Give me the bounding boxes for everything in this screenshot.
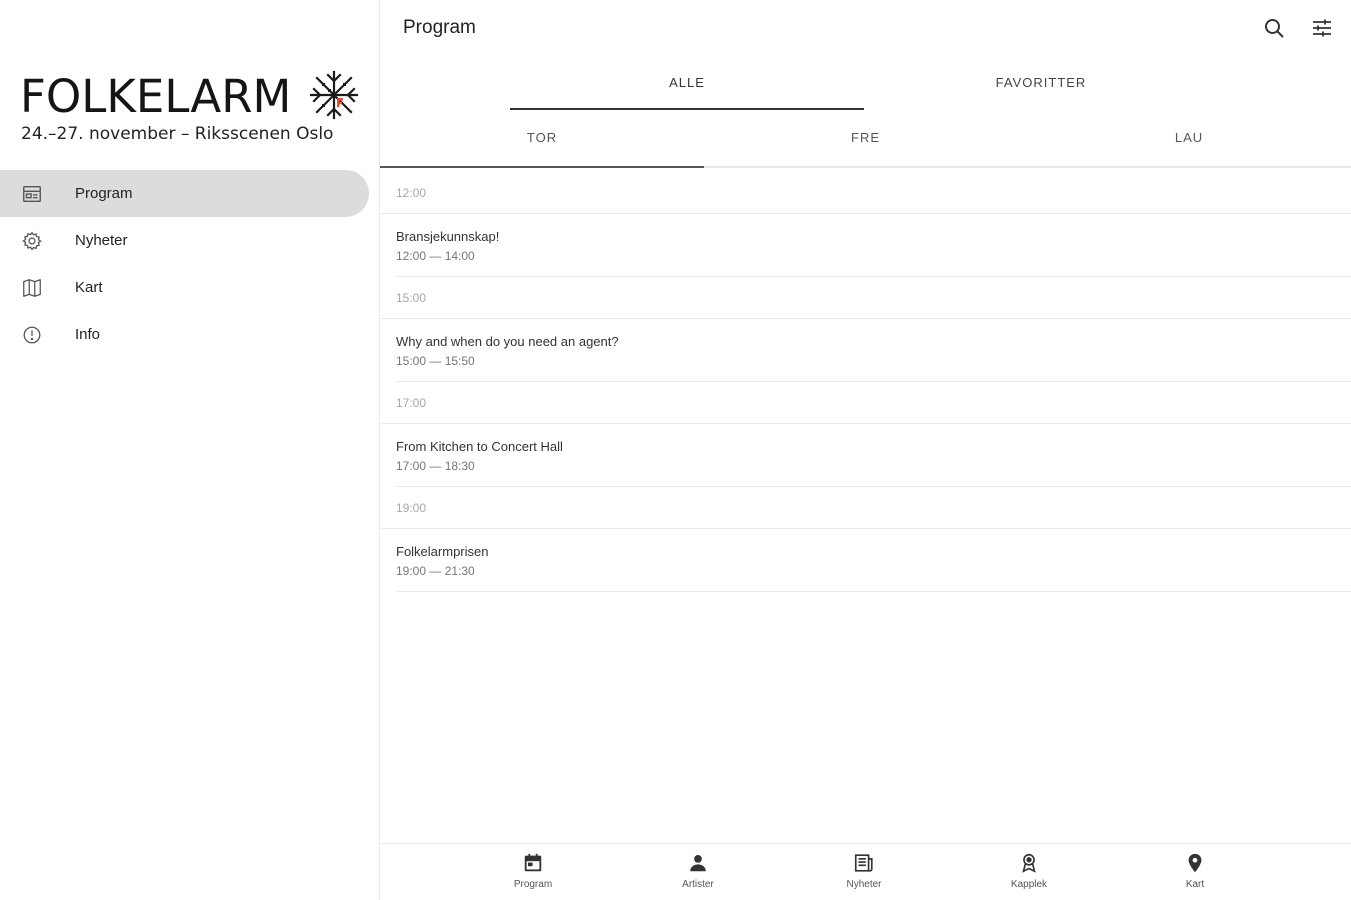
time-header: 19:00 xyxy=(380,487,1351,529)
sidebar-item-info[interactable]: Info xyxy=(0,311,380,358)
event-title: Folkelarmprisen xyxy=(396,544,489,559)
schedule-list: 12:00 Bransjekunnskap! 12:00 — 14:00 15:… xyxy=(380,172,1351,592)
event-time-range: 15:00 — 15:50 xyxy=(396,354,475,368)
pin-icon xyxy=(1188,853,1202,873)
newspaper-icon xyxy=(854,854,873,872)
sidebar: FOLKELARM 24.–27. november – Riksscenen … xyxy=(0,0,380,900)
person-icon xyxy=(690,855,706,872)
info-icon xyxy=(20,323,44,347)
gear-icon xyxy=(20,229,44,253)
event-item[interactable]: Why and when do you need an agent? 15:00… xyxy=(396,319,1351,382)
time-header: 12:00 xyxy=(380,172,1351,214)
day-tabs: TOR FRE LAU xyxy=(380,115,1351,168)
tab-favoritter[interactable]: FAVORITTER xyxy=(864,58,1218,110)
tab-fre[interactable]: FRE xyxy=(704,115,1027,168)
snowflake-logo-icon xyxy=(309,70,359,120)
event-title: Bransjekunnskap! xyxy=(396,229,500,244)
top-app-bar: Program xyxy=(380,0,1351,56)
bottom-nav-kapplek[interactable]: Kapplek xyxy=(979,852,1079,890)
sidebar-item-program[interactable]: Program xyxy=(0,170,369,217)
logo-wordmark: FOLKELARM xyxy=(20,70,292,123)
tab-tor[interactable]: TOR xyxy=(380,115,704,168)
bottom-navigation: Program Artister Nyheter Kapplek Kart xyxy=(380,843,1351,900)
sidebar-item-kart[interactable]: Kart xyxy=(0,264,380,311)
map-icon xyxy=(20,276,44,300)
bottom-nav-nyheter[interactable]: Nyheter xyxy=(814,852,914,890)
sidebar-item-label: Kart xyxy=(75,279,103,296)
sidebar-nav: Program Nyheter Kart Info xyxy=(0,170,380,358)
tab-lau[interactable]: LAU xyxy=(1027,115,1351,168)
calendar-icon xyxy=(524,853,542,872)
bottom-nav-label: Kapplek xyxy=(1010,879,1048,890)
logo-subtitle: 24.–27. november – Riksscenen Oslo xyxy=(21,124,334,144)
event-title: From Kitchen to Concert Hall xyxy=(396,439,563,454)
bottom-nav-artister[interactable]: Artister xyxy=(648,852,748,890)
bottom-nav-label: Artister xyxy=(682,879,714,890)
bottom-nav-label: Nyheter xyxy=(846,879,882,890)
event-item[interactable]: Bransjekunnskap! 12:00 — 14:00 xyxy=(396,214,1351,277)
event-time-range: 17:00 — 18:30 xyxy=(396,459,475,473)
bottom-nav-label: Program xyxy=(513,879,553,890)
event-time-range: 12:00 — 14:00 xyxy=(396,249,475,263)
time-header: 17:00 xyxy=(380,382,1351,424)
search-icon[interactable] xyxy=(1262,16,1286,40)
calendar-icon xyxy=(20,182,44,206)
bottom-nav-kart[interactable]: Kart xyxy=(1145,852,1245,890)
tab-alle[interactable]: ALLE xyxy=(510,58,864,110)
event-item[interactable]: From Kitchen to Concert Hall 17:00 — 18:… xyxy=(396,424,1351,487)
filter-tabs: ALLE FAVORITTER xyxy=(380,58,1351,112)
event-time-range: 19:00 — 21:30 xyxy=(396,564,475,578)
time-header: 15:00 xyxy=(380,277,1351,319)
filter-icon[interactable] xyxy=(1310,16,1334,40)
sidebar-item-label: Program xyxy=(75,185,133,202)
bottom-nav-program[interactable]: Program xyxy=(483,852,583,890)
sidebar-item-label: Nyheter xyxy=(75,232,128,249)
bottom-nav-label: Kart xyxy=(1185,879,1205,890)
main-content: Program ALLE FAVORITTER TOR FRE LAU 12:0… xyxy=(380,0,1351,900)
sidebar-item-label: Info xyxy=(75,326,101,343)
event-title: Why and when do you need an agent? xyxy=(396,334,619,349)
event-item[interactable]: Folkelarmprisen 19:00 — 21:30 xyxy=(396,529,1351,592)
festival-logo[interactable]: FOLKELARM 24.–27. november – Riksscenen … xyxy=(20,66,365,156)
award-icon xyxy=(1022,853,1036,873)
page-title: Program xyxy=(403,17,476,38)
sidebar-item-nyheter[interactable]: Nyheter xyxy=(0,217,380,264)
